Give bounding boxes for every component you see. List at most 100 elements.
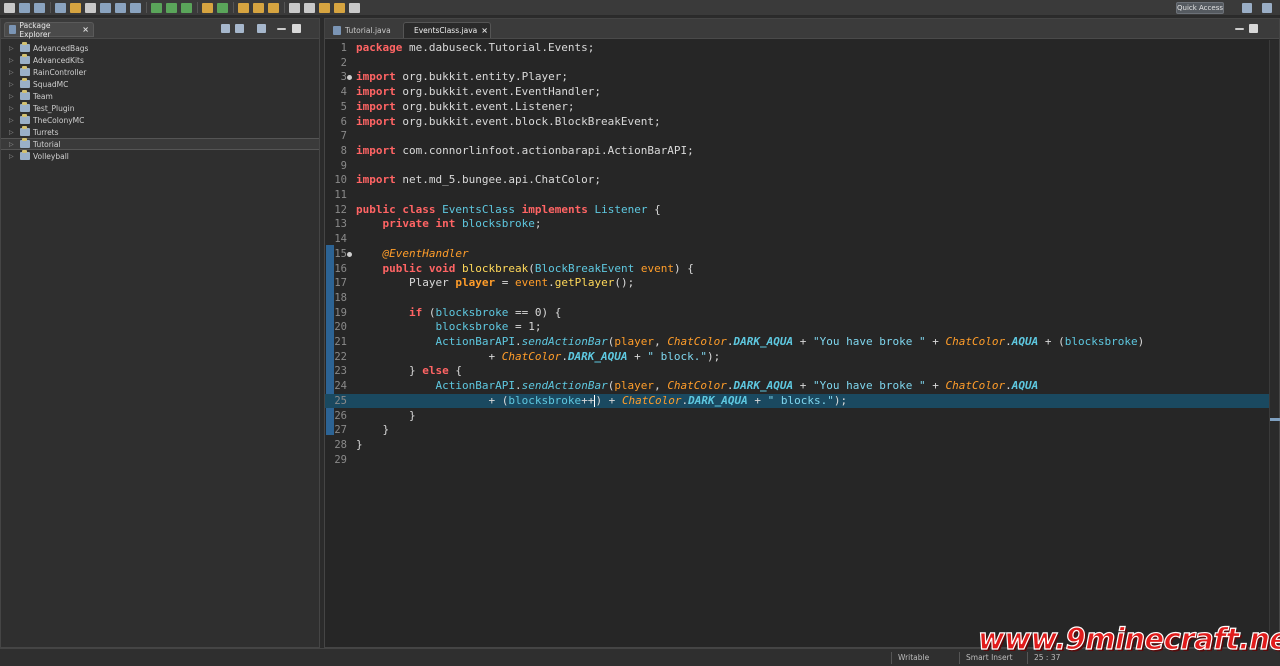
expand-arrow-icon[interactable]: ▷	[9, 69, 15, 76]
project-item[interactable]: ▷ Turrets	[1, 126, 319, 138]
code-line[interactable]: 10 import net.md_5.bungee.api.ChatColor;	[325, 173, 1279, 188]
tool-icon[interactable]	[100, 2, 111, 13]
code-line[interactable]: 2	[325, 56, 1279, 71]
minimize-icon[interactable]	[277, 28, 286, 30]
project-item[interactable]: ▷ Volleyball	[1, 150, 319, 162]
code-line[interactable]: 28}	[325, 438, 1279, 453]
text-caret	[594, 394, 596, 407]
code-line[interactable]: 14	[325, 232, 1279, 247]
fold-marker-icon[interactable]	[347, 251, 352, 257]
open-perspective-icon[interactable]	[1242, 3, 1252, 13]
search-icon[interactable]	[268, 2, 279, 13]
project-item[interactable]: ▷ Tutorial	[1, 138, 319, 150]
forward-arrow-icon[interactable]	[334, 2, 345, 13]
code-line[interactable]: 20 blocksbroke = 1;	[325, 320, 1279, 335]
link-editor-icon[interactable]	[235, 24, 244, 33]
collapse-all-icon[interactable]	[221, 24, 230, 33]
package-explorer-panel: Package Explorer × ▷ AdvancedBags ▷ Advance…	[0, 18, 320, 648]
code-line[interactable]: 26 }	[325, 409, 1279, 424]
debug-icon[interactable]	[55, 2, 66, 13]
code-line[interactable]: 29	[325, 453, 1279, 468]
build-icon[interactable]	[70, 2, 81, 13]
run-icon[interactable]	[166, 2, 177, 13]
code-editor[interactable]: 1 package me.dabuseck.Tutorial.Events; 2 3 i…	[325, 40, 1279, 647]
overview-ruler[interactable]	[1269, 40, 1280, 647]
fold-marker-icon[interactable]	[347, 75, 352, 81]
expand-arrow-icon[interactable]: ▷	[9, 141, 15, 148]
view-menu-icon[interactable]	[257, 24, 266, 33]
close-icon[interactable]: ×	[481, 26, 488, 35]
project-item[interactable]: ▷ Team	[1, 90, 319, 102]
new-icon[interactable]	[4, 2, 15, 13]
expand-arrow-icon[interactable]: ▷	[9, 45, 15, 52]
expand-arrow-icon[interactable]: ▷	[9, 105, 15, 112]
code-line[interactable]: 3 import org.bukkit.entity.Player;	[325, 70, 1279, 85]
annotation-icon[interactable]	[289, 2, 300, 13]
code-line[interactable]: 15 @EventHandler	[325, 247, 1279, 262]
project-item[interactable]: ▷ AdvancedKits	[1, 54, 319, 66]
new-package-icon[interactable]	[202, 2, 213, 13]
code-line[interactable]: 9	[325, 159, 1279, 174]
code-line[interactable]: 19 if (blocksbroke == 0) {	[325, 306, 1279, 321]
java-file-icon	[333, 25, 341, 35]
next-arrow-icon[interactable]	[349, 2, 360, 13]
quick-access-input[interactable]: Quick Access	[1176, 2, 1224, 14]
expand-arrow-icon[interactable]: ▷	[9, 129, 15, 136]
expand-arrow-icon[interactable]: ▷	[9, 57, 15, 64]
code-line[interactable]: 4 import org.bukkit.event.EventHandler;	[325, 85, 1279, 100]
tab-package-explorer[interactable]: Package Explorer ×	[4, 21, 94, 39]
code-line[interactable]: 7	[325, 129, 1279, 144]
expand-arrow-icon[interactable]: ▷	[9, 81, 15, 88]
open-type-icon[interactable]	[238, 2, 249, 13]
console-icon[interactable]	[115, 2, 126, 13]
code-text: public class EventsClass implements List…	[356, 202, 661, 216]
toggle-icon[interactable]	[304, 2, 315, 13]
project-icon	[20, 138, 30, 148]
code-line[interactable]: 21 ActionBarAPI.sendActionBar(player, Ch…	[325, 335, 1279, 350]
line-number: 28	[334, 438, 347, 451]
maximize-icon[interactable]	[292, 24, 301, 33]
tab-eventsclass-java[interactable]: EventsClass.java ×	[403, 22, 491, 38]
code-line[interactable]: 1 package me.dabuseck.Tutorial.Events;	[325, 41, 1279, 56]
code-line[interactable]: 23 } else {	[325, 364, 1279, 379]
properties-icon[interactable]	[130, 2, 141, 13]
code-line[interactable]: 13 private int blocksbroke;	[325, 217, 1279, 232]
tab-tutorial-java[interactable]: Tutorial.java	[327, 22, 397, 38]
save-icon[interactable]	[19, 2, 30, 13]
code-text: }	[356, 408, 416, 422]
project-item[interactable]: ▷ RainController	[1, 66, 319, 78]
expand-arrow-icon[interactable]: ▷	[9, 153, 15, 160]
open-task-icon[interactable]	[253, 2, 264, 13]
tab-label: EventsClass.java	[414, 26, 478, 35]
code-line[interactable]: 12 public class EventsClass implements Li…	[325, 203, 1279, 218]
project-item[interactable]: ▷ Test_Plugin	[1, 102, 319, 114]
project-item[interactable]: ▷ AdvancedBags	[1, 42, 319, 54]
code-line[interactable]: 24 ActionBarAPI.sendActionBar(player, Ch…	[325, 379, 1279, 394]
code-line[interactable]: 11	[325, 188, 1279, 203]
java-perspective-icon[interactable]	[1262, 3, 1272, 13]
maximize-icon[interactable]	[1249, 24, 1258, 33]
code-line[interactable]: 8 import com.connorlinfoot.actionbarapi.A…	[325, 144, 1279, 159]
close-icon[interactable]: ×	[82, 25, 89, 34]
expand-arrow-icon[interactable]: ▷	[9, 93, 15, 100]
code-line[interactable]: 17 Player player = event.getPlayer();	[325, 276, 1279, 291]
project-item[interactable]: ▷ TheColonyMC	[1, 114, 319, 126]
minimize-icon[interactable]	[1235, 28, 1244, 30]
code-line[interactable]: 22 + ChatColor.DARK_AQUA + " block.");	[325, 350, 1279, 365]
code-line[interactable]: 27 }	[325, 423, 1279, 438]
code-line[interactable]: 5 import org.bukkit.event.Listener;	[325, 100, 1279, 115]
project-item[interactable]: ▷ SquadMC	[1, 78, 319, 90]
external-tools-icon[interactable]	[181, 2, 192, 13]
debug-run-icon[interactable]	[151, 2, 162, 13]
editor-panel: Tutorial.java EventsClass.java × 1 packag…	[324, 18, 1280, 648]
code-line[interactable]: 6 import org.bukkit.event.block.BlockBrea…	[325, 115, 1279, 130]
new-class-icon[interactable]	[217, 2, 228, 13]
project-icon	[20, 102, 30, 112]
back-arrow-icon[interactable]	[319, 2, 330, 13]
expand-arrow-icon[interactable]: ▷	[9, 117, 15, 124]
edit-icon[interactable]	[85, 2, 96, 13]
code-line[interactable]: 16 public void blockbreak(BlockBreakEven…	[325, 262, 1279, 277]
code-line[interactable]: 25 + (blocksbroke++) + ChatColor.DARK_AQ…	[325, 393, 1279, 409]
save-all-icon[interactable]	[34, 2, 45, 13]
code-line[interactable]: 18	[325, 291, 1279, 306]
